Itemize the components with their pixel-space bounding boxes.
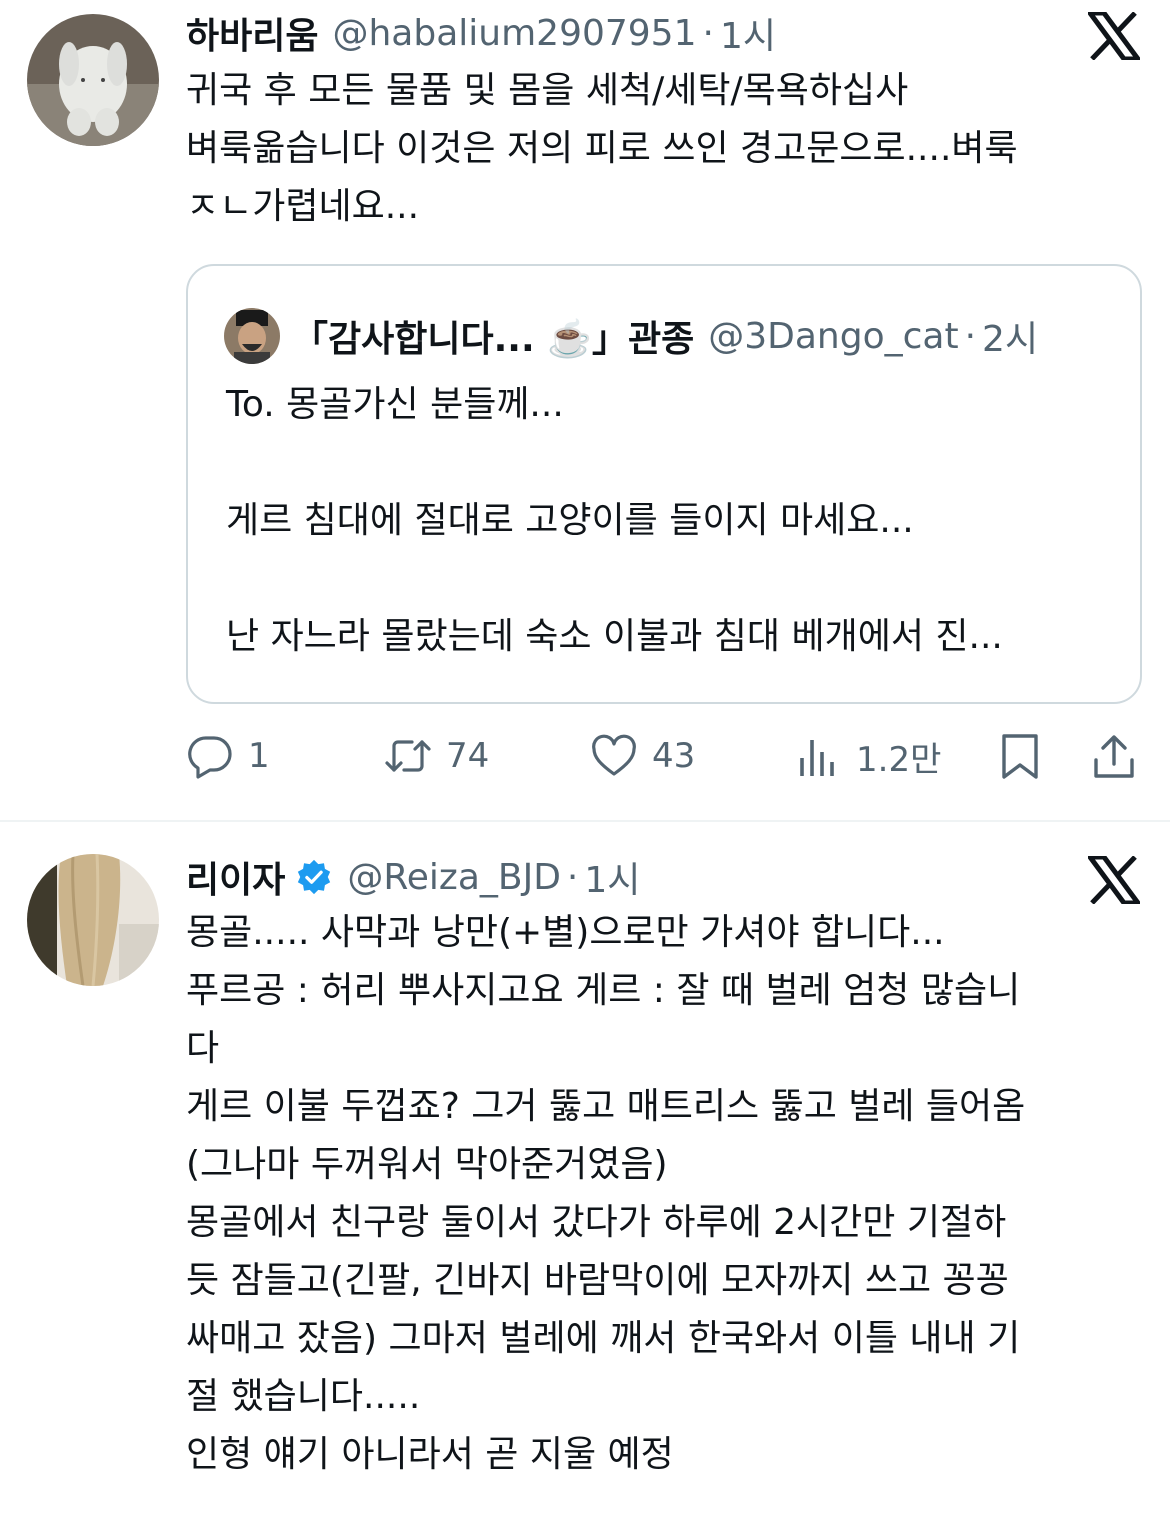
retweet-icon	[385, 740, 431, 772]
avatar[interactable]	[27, 14, 159, 146]
tweet[interactable]: 리이자 @Reiza_BJD · 1시 몽골..... 사막과 낭만(+별)으로…	[0, 822, 1170, 1516]
verified-badge-icon	[298, 859, 331, 895]
tweet[interactable]: 하바리움 @habalium2907951 · 1시 귀국 후 모든 물품 및 …	[0, 0, 1170, 820]
heart-icon	[592, 734, 636, 776]
quoted-avatar[interactable]	[224, 308, 280, 364]
tweet-header: 리이자 @Reiza_BJD · 1시	[186, 852, 640, 902]
timestamp[interactable]: 1시	[584, 851, 640, 903]
tweet-text-line: 몽골..... 사막과 낭만(+별)으로만 가셔야 합니다...	[186, 912, 945, 953]
retweet-button[interactable]: 74	[384, 728, 489, 784]
tweet-text-line: 절 했습니다.....	[186, 1376, 421, 1417]
tweet-text-line: 벼룩옮습니다 이것은 저의 피로 쓰인 경고문으로....벼룩	[186, 128, 1018, 169]
tweet-text: 귀국 후 모든 물품 및 몸을 세척/세탁/목욕하십사 벼룩옮습니다 이것은 저…	[186, 62, 1146, 236]
tweet-text-line: 인형 얘기 아니라서 곧 지울 예정	[186, 1434, 674, 1475]
like-count: 43	[652, 736, 696, 776]
tweet-text-line: 귀국 후 모든 물품 및 몸을 세척/세탁/목욕하십사	[186, 70, 909, 111]
tweet-text-line: ㅈㄴ가렵네요...	[186, 186, 420, 227]
tweet-text-line: 다	[186, 1028, 220, 1069]
share-button[interactable]	[1090, 728, 1138, 784]
quoted-text-line: 난 자느라 몰랐는데 숙소 이불과 침대 베개에서 진...	[226, 616, 1003, 657]
quoted-text-line: 게르 침대에 절대로 고양이를 들이지 마세요...	[226, 500, 914, 541]
action-bar: 1 74 43 1.2만	[186, 728, 1146, 784]
quoted-tweet[interactable]: 「감사합니다... ☕️」관종 @3Dango_cat · 2시 To. 몽골가…	[186, 264, 1142, 704]
quoted-user-handle[interactable]: @3Dango_cat	[708, 316, 958, 357]
tweet-text-line: 푸르공 : 허리 뿌사지고요 게르 : 잘 때 벌레 엄청 많습니	[186, 970, 1021, 1011]
tweet-text-line: 듯 잠들고(긴팔, 긴바지 바람막이에 모자까지 쓰고 꽁꽁	[186, 1260, 1009, 1301]
separator: ·	[964, 315, 977, 357]
quoted-text-blank-line	[226, 550, 1003, 608]
user-handle[interactable]: @Reiza_BJD	[347, 857, 561, 898]
separator: ·	[566, 856, 579, 898]
quoted-tweet-header: 「감사합니다... ☕️」관종 @3Dango_cat · 2시	[224, 308, 1038, 364]
quoted-display-name[interactable]: 「감사합니다... ☕️」관종	[292, 310, 694, 362]
tweet-text-line: 게르 이불 두껍죠? 그거 뚫고 매트리스 뚫고 벌레 들어옴	[186, 1086, 1026, 1127]
like-button[interactable]: 43	[590, 728, 695, 784]
timestamp[interactable]: 1시	[720, 7, 776, 59]
separator: ·	[702, 12, 714, 54]
reply-icon	[188, 736, 232, 779]
bookmark-button[interactable]	[996, 728, 1044, 784]
avatar[interactable]	[27, 854, 159, 986]
tweet-text-line: (그나마 두꺼워서 막아준거였음)	[186, 1144, 668, 1185]
quoted-timestamp[interactable]: 2시	[982, 310, 1038, 362]
bookmark-icon	[1002, 734, 1038, 779]
views-count: 1.2만	[856, 739, 942, 780]
retweet-count: 74	[446, 736, 490, 776]
reply-button[interactable]: 1	[186, 728, 270, 784]
share-icon	[1094, 735, 1134, 778]
user-handle[interactable]: @habalium2907951	[332, 13, 696, 54]
tweet-header: 하바리움 @habalium2907951 · 1시	[186, 8, 776, 58]
quoted-text-blank-line	[226, 434, 1003, 492]
x-logo-icon	[1088, 856, 1140, 904]
quoted-tweet-text: To. 몽골가신 분들께... 게르 침대에 절대로 고양이를 들이지 마세요.…	[226, 376, 1003, 666]
tweet-text-line: 몽골에서 친구랑 둘이서 갔다가 하루에 2시간만 기절하	[186, 1202, 1007, 1243]
display-name[interactable]: 하바리움	[186, 7, 318, 59]
quoted-text-line: To. 몽골가신 분들께...	[226, 384, 564, 425]
views-icon	[800, 740, 834, 776]
views-button[interactable]: 1.2만	[794, 728, 941, 784]
display-name[interactable]: 리이자	[186, 851, 285, 903]
reply-count: 1	[248, 736, 270, 776]
tweet-text-line: 싸매고 잤음) 그마저 벌레에 깨서 한국와서 이틀 내내 기	[186, 1318, 1021, 1359]
tweet-text: 몽골..... 사막과 낭만(+별)으로만 가셔야 합니다... 푸르공 : 허…	[186, 904, 1146, 1484]
x-logo-icon	[1088, 12, 1140, 60]
